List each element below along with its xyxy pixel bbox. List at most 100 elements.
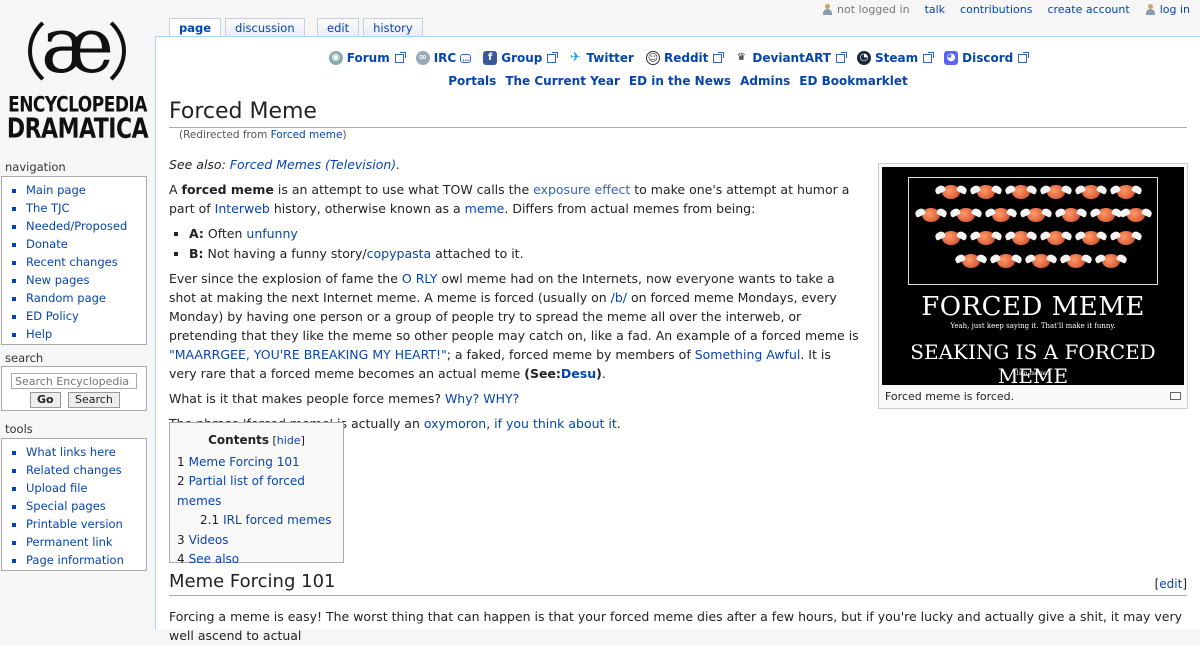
login-user-icon	[1145, 3, 1156, 15]
seaking-sprite	[1067, 254, 1085, 268]
something-awful-link[interactable]: Something Awful	[695, 347, 801, 362]
forced-meme-poster[interactable]: FORCED MEME Yeah, just keep saying it. T…	[882, 167, 1184, 385]
external-link-icon	[547, 51, 559, 63]
external-link-icon	[713, 51, 725, 63]
twitter-link[interactable]: Twitter	[586, 51, 634, 65]
chat-bubble-icon: …	[460, 53, 472, 63]
thumbnail: FORCED MEME Yeah, just keep saying it. T…	[878, 163, 1188, 409]
site-notice: ◉ Forum ∞ IRC… f Group ✈ Twitter ☺ Reddit ♛ De…	[156, 37, 1200, 88]
tools-item[interactable]: Permanent link	[26, 533, 146, 551]
search-button[interactable]: Search	[68, 392, 120, 408]
deviantart-link[interactable]: DeviantART	[752, 51, 831, 65]
admins-link[interactable]: Admins	[740, 74, 790, 88]
interweb-link[interactable]: Interweb	[215, 201, 270, 216]
tab-edit[interactable]: edit	[317, 18, 360, 36]
namespace-tabs: page discussion	[169, 18, 305, 36]
meme-link[interactable]: meme	[465, 201, 505, 216]
seaking-sprite	[977, 231, 995, 245]
external-link-icon	[1018, 51, 1030, 63]
redirect-source-link[interactable]: Forced meme	[271, 129, 343, 141]
ed-news-link[interactable]: ED in the News	[629, 74, 731, 88]
go-button[interactable]: Go	[30, 392, 61, 408]
steam-icon: ◔	[857, 51, 871, 65]
nav-item[interactable]: Recent changes	[26, 253, 146, 271]
nav-item[interactable]: New pages	[26, 271, 146, 289]
action-tabs: edit history	[317, 18, 423, 36]
log-in-link[interactable]: log in	[1160, 3, 1190, 16]
forum-icon: ◉	[328, 51, 343, 65]
talk-link[interactable]: talk	[925, 3, 945, 16]
b-board-link[interactable]: /b/	[611, 290, 627, 305]
maarrgee-link[interactable]: "MAARRGEE, YOU'RE BREAKING MY HEART!"	[169, 347, 447, 362]
tab-discussion[interactable]: discussion	[225, 18, 305, 36]
copypasta-link[interactable]: copypasta	[367, 246, 432, 261]
seaking-sprite	[957, 208, 975, 222]
nav-item[interactable]: Help	[26, 325, 146, 343]
poster-subtitle: Yeah, just keep saying it. That'll make …	[950, 322, 1116, 330]
think-about-it-link[interactable]: if you think about it	[494, 416, 617, 431]
seaking-sprite	[1082, 185, 1100, 199]
toc-item[interactable]: 2 Partial list of forced memes	[177, 472, 336, 511]
irc-icon: ∞	[415, 51, 430, 65]
tools-item[interactable]: Upload file	[26, 479, 146, 497]
current-year-link[interactable]: The Current Year	[505, 74, 620, 88]
why-link[interactable]: Why? WHY?	[445, 391, 519, 406]
toc-item[interactable]: 4 See also	[177, 550, 336, 570]
page-title: Forced Meme	[169, 97, 1187, 128]
seaking-sprite	[1102, 254, 1120, 268]
desu-link[interactable]: Desu	[561, 366, 596, 381]
enlarge-icon[interactable]	[1170, 392, 1181, 400]
seaking-sprite	[1082, 231, 1100, 245]
irc-link[interactable]: IRC	[434, 51, 457, 65]
toc-item[interactable]: 2.1 IRL forced memes	[177, 511, 336, 531]
discord-icon: ◕	[944, 51, 959, 65]
nav-item[interactable]: Main page	[26, 181, 146, 199]
search-input[interactable]	[11, 373, 137, 389]
unfunny-link[interactable]: unfunny	[246, 226, 297, 241]
bookmarklet-link[interactable]: ED Bookmarklet	[799, 74, 907, 88]
table-of-contents: Contents [hide] 1 Meme Forcing 101 2 Parti…	[169, 422, 344, 566]
discord-link[interactable]: Discord	[962, 51, 1013, 65]
navigation-portlet: Main pageThe TJCNeeded/ProposedDonateRec…	[1, 176, 147, 345]
external-link-icon	[836, 51, 847, 63]
section-edit-link[interactable]: edit	[1159, 577, 1182, 591]
logo-text-line2: DRAMATICA	[6, 113, 149, 146]
tab-history[interactable]: history	[363, 18, 423, 36]
see-also-note: See also: Forced Memes (Television).	[169, 157, 401, 172]
nav-item[interactable]: Needed/Proposed	[26, 217, 146, 235]
seaking-sprite	[1032, 254, 1050, 268]
forum-link[interactable]: Forum	[347, 51, 390, 65]
tools-item[interactable]: Printable version	[26, 515, 146, 533]
create-account-link[interactable]: create account	[1047, 3, 1129, 16]
site-logo[interactable]: æ ENCYCLOPEDIA DRAMATICA	[0, 0, 155, 150]
tools-item[interactable]: Related changes	[26, 461, 146, 479]
tools-item[interactable]: What links here	[26, 443, 146, 461]
tools-item[interactable]: Page information	[26, 551, 146, 569]
see-also-link[interactable]: Forced Memes (Television)	[230, 157, 396, 172]
contributions-link[interactable]: contributions	[960, 3, 1032, 16]
portals-link[interactable]: Portals	[448, 74, 496, 88]
toc-hide-toggle[interactable]: hide	[277, 434, 301, 447]
steam-link[interactable]: Steam	[875, 51, 918, 65]
reddit-icon: ☺	[645, 51, 660, 65]
toc-item[interactable]: 3 Videos	[177, 531, 336, 551]
orly-link[interactable]: O RLY	[402, 271, 437, 286]
seaking-sprite	[1097, 208, 1115, 222]
nav-item[interactable]: ED Policy	[26, 307, 146, 325]
article-body: See also: Forced Memes (Television). A f…	[169, 155, 859, 439]
section-paragraph: Forcing a meme is easy! The worst thing …	[169, 609, 1182, 643]
nav-item[interactable]: Donate	[26, 235, 146, 253]
exposure-effect-link[interactable]: exposure effect	[533, 182, 630, 197]
nav-item[interactable]: Random page	[26, 289, 146, 307]
search-portlet: Go Search	[1, 366, 147, 411]
intro-paragraph: A forced meme is an attempt to use what …	[169, 182, 850, 216]
group-link[interactable]: Group	[501, 51, 542, 65]
nav-item[interactable]: The TJC	[26, 199, 146, 217]
oxymoron-link[interactable]: oxymoron	[424, 416, 486, 431]
toc-item[interactable]: 1 Meme Forcing 101	[177, 453, 336, 473]
reddit-link[interactable]: Reddit	[664, 51, 708, 65]
tools-item[interactable]: Special pages	[26, 497, 146, 515]
poster-title: FORCED MEME	[921, 292, 1145, 322]
tab-page[interactable]: page	[169, 18, 222, 36]
tools-portlet: What links hereRelated changesUpload fil…	[1, 438, 147, 571]
